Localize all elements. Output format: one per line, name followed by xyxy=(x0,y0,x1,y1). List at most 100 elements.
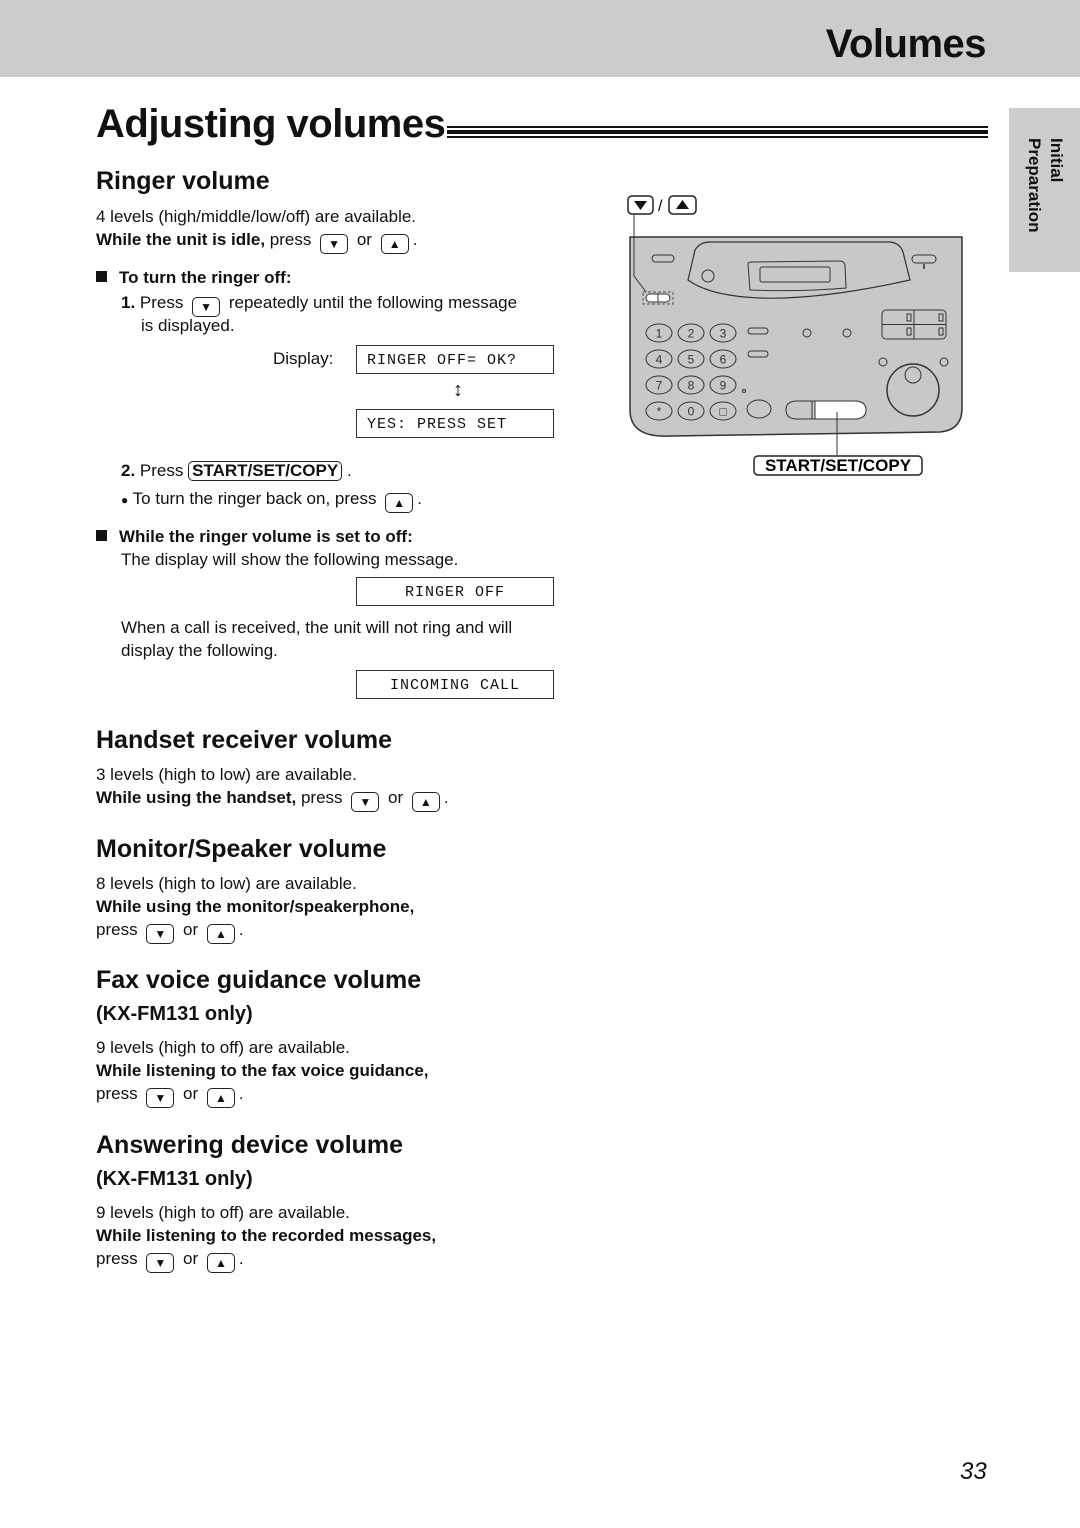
updown-arrow-icon: ↕ xyxy=(453,379,463,401)
section-title: Volumes xyxy=(825,22,987,66)
period: . xyxy=(346,461,352,480)
press-text: press xyxy=(96,920,138,939)
period: . xyxy=(443,788,449,807)
period: . xyxy=(417,489,422,508)
up-key-icon: ▲ xyxy=(206,924,235,944)
heading-ringer-volume: Ringer volume xyxy=(96,167,270,195)
keypad-key-label: * xyxy=(657,405,662,419)
handset-levels: 3 levels (high to low) are available. xyxy=(96,765,357,784)
function-button-icon xyxy=(747,350,769,358)
down-key-icon: ▼ xyxy=(146,1253,175,1273)
up-key-icon: ▲ xyxy=(385,493,414,513)
press-text: press xyxy=(96,1249,138,1268)
up-key-icon: ▲ xyxy=(206,1088,235,1108)
heading-monitor-volume: Monitor/Speaker volume xyxy=(96,835,387,863)
turn-on-note: ● To turn the ringer back on, press ▲. xyxy=(121,488,422,513)
keypad-key-label: 4 xyxy=(656,353,663,367)
start-button-icon xyxy=(814,400,867,420)
start-set-copy-label: START/SET/COPY xyxy=(765,456,912,475)
period: . xyxy=(238,1084,244,1103)
answering-levels: 9 levels (high to off) are available. xyxy=(96,1203,350,1222)
up-key-icon: ▲ xyxy=(206,1253,235,1273)
press-text: press xyxy=(96,1084,138,1103)
call-text-1: When a call is received, the unit will n… xyxy=(121,618,513,637)
answering-press: press ▼ or ▲. xyxy=(96,1248,244,1273)
heading-handset-volume: Handset receiver volume xyxy=(96,726,392,754)
or-text: or xyxy=(183,1249,199,1268)
side-tab-label: Initial Preparation xyxy=(1025,138,1066,233)
bullet-icon: ● xyxy=(121,493,129,507)
stop-button-icon xyxy=(746,399,772,419)
lcd-display-incoming-call: INCOMING CALL xyxy=(356,670,554,699)
step-1-number: 1. xyxy=(121,293,136,312)
page-number: 33 xyxy=(960,1458,987,1485)
set-off-heading-text: While the ringer volume is set to off: xyxy=(119,527,413,546)
down-key-icon: ▼ xyxy=(146,924,175,944)
control-panel-diagram: / 1 2 3 4 5 6 7 8 9 * 0 □ START/SET/COPY xyxy=(600,180,980,480)
heading-fax-voice-volume: Fax voice guidance volume xyxy=(96,966,422,994)
step-2-number: 2. xyxy=(121,461,136,480)
top-right-button-icon xyxy=(911,254,937,264)
lcd-display-ringer-off-ok: RINGER OFF= OK? xyxy=(356,345,554,374)
or-text: or xyxy=(183,920,199,939)
function-button-icon xyxy=(747,327,769,335)
ringer-idle-label: While the unit is idle, xyxy=(96,230,266,249)
down-key-icon: ▼ xyxy=(320,234,349,254)
keypad-key-label: 2 xyxy=(688,327,695,341)
monitor-levels: 8 levels (high to low) are available. xyxy=(96,874,357,893)
press-text: press xyxy=(300,788,343,807)
keypad-key-label: 3 xyxy=(720,327,727,341)
keypad-key-label: 6 xyxy=(720,353,727,367)
up-key-icon: ▲ xyxy=(380,234,409,254)
ringer-instruction: While the unit is idle, press ▼ or ▲. xyxy=(96,229,417,254)
keypad-key-label: 5 xyxy=(688,353,695,367)
lcd-display-yes-press-set: YES: PRESS SET xyxy=(356,409,554,438)
page-title: Adjusting volumes xyxy=(96,102,446,146)
press-text: Press xyxy=(139,461,184,480)
or-text: or xyxy=(356,230,372,249)
handset-condition: While using the handset, xyxy=(96,788,297,807)
turn-off-heading: To turn the ringer off: xyxy=(96,267,292,289)
key-separator: / xyxy=(658,198,663,215)
period: . xyxy=(238,920,244,939)
answering-model-note: (KX-FM131 only) xyxy=(96,1168,253,1190)
keypad-key-label: □ xyxy=(719,405,726,419)
fax-voice-condition: While listening to the fax voice guidanc… xyxy=(96,1061,429,1080)
keypad-key-label: 1 xyxy=(656,327,663,341)
ringer-levels: 4 levels (high/middle/low/off) are avail… xyxy=(96,207,417,226)
press-text: press xyxy=(269,230,312,249)
lcd-window xyxy=(759,266,831,283)
step-2: 2. Press START/SET/COPY . xyxy=(121,460,352,482)
keypad-key-label: 8 xyxy=(688,379,695,393)
press-text: Press xyxy=(139,293,184,312)
fax-voice-model-note: (KX-FM131 only) xyxy=(96,1003,253,1025)
fax-voice-press: press ▼ or ▲. xyxy=(96,1083,244,1108)
up-key-icon: ▲ xyxy=(411,792,440,812)
handset-instruction: While using the handset, press ▼ or ▲. xyxy=(96,787,449,812)
square-bullet-icon xyxy=(96,271,107,282)
side-tab: Initial Preparation xyxy=(1009,108,1080,272)
step-1: 1. Press ▼ repeatedly until the followin… xyxy=(121,292,517,317)
turn-on-text: To turn the ringer back on, press xyxy=(132,489,377,508)
turn-off-heading-text: To turn the ringer off: xyxy=(119,268,292,287)
fax-voice-levels: 9 levels (high to off) are available. xyxy=(96,1038,350,1057)
monitor-condition: While using the monitor/speakerphone, xyxy=(96,897,415,916)
period: . xyxy=(238,1249,244,1268)
or-text: or xyxy=(388,788,404,807)
heading-answering-volume: Answering device volume xyxy=(96,1131,404,1159)
lcd-display-ringer-off: RINGER OFF xyxy=(356,577,554,606)
monitor-press: press ▼ or ▲. xyxy=(96,919,244,944)
or-text: or xyxy=(183,1084,199,1103)
title-rule xyxy=(447,126,988,138)
call-text-2: display the following. xyxy=(121,641,278,660)
set-off-heading: While the ringer volume is set to off: xyxy=(96,526,413,548)
navigator-dial-center xyxy=(904,366,922,384)
step-1-text: repeatedly until the following message xyxy=(228,293,518,312)
square-bullet-icon xyxy=(96,530,107,541)
keypad-key-label: 7 xyxy=(656,379,663,393)
answering-condition: While listening to the recorded messages… xyxy=(96,1226,437,1245)
period: . xyxy=(412,230,418,249)
set-off-text: The display will show the following mess… xyxy=(121,550,459,569)
control-panel-svg: / 1 2 34 5 67 8 9* 0 □ START/SET/COPY xyxy=(627,195,963,476)
step-1-continued: is displayed. xyxy=(141,316,235,335)
